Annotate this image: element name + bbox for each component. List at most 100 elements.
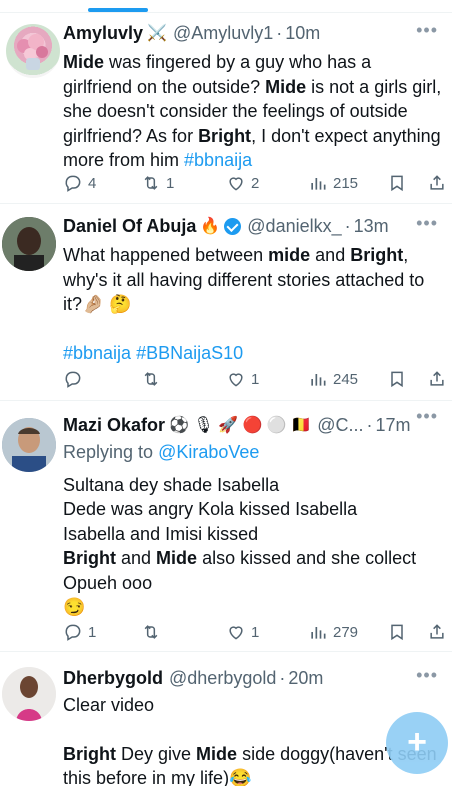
heart-icon bbox=[229, 373, 243, 387]
tweet-header: Amyluvly ⚔️ @Amyluvly1 · 10m bbox=[63, 20, 444, 46]
tweet-header: Dherbygold @dherbygold · 20m bbox=[63, 665, 444, 691]
tweet-header: Daniel Of Abuja 🔥 @danielkx_ · 13m bbox=[63, 213, 444, 239]
display-name[interactable]: Amyluvly bbox=[63, 23, 143, 44]
tweet-header: Mazi Okafor ⚽ 🎙 🚀 🔴 ⚪ 🇧🇪 @C... · 17m bbox=[63, 412, 444, 438]
reply-button[interactable] bbox=[63, 367, 88, 391]
views-chart-icon bbox=[311, 178, 326, 190]
reply-icon bbox=[65, 624, 81, 641]
tweet-card[interactable]: Dherbygold @dherbygold · 20m ••• Clear v… bbox=[0, 653, 452, 786]
share-icon bbox=[430, 371, 444, 386]
share-button[interactable] bbox=[427, 367, 447, 391]
flowers-avatar-icon bbox=[17, 34, 48, 70]
reply-button[interactable]: 4 bbox=[63, 171, 96, 195]
like-button[interactable]: 1 bbox=[226, 620, 259, 644]
bold-text: Mide bbox=[156, 548, 198, 568]
text-run: Opueh ooo bbox=[63, 572, 153, 593]
more-options-icon[interactable]: ••• bbox=[416, 406, 438, 427]
text-run: Dede was angry Kola kissed Isabella bbox=[63, 499, 358, 519]
replying-to: Replying to @KiraboVee bbox=[63, 440, 444, 465]
text-line: Bright and Mide also kissed and she coll… bbox=[63, 546, 444, 571]
handle[interactable]: @Amyluvly1 bbox=[173, 23, 273, 44]
tweet-card[interactable]: Amyluvly ⚔️ @Amyluvly1 · 10m ••• Mide wa… bbox=[0, 14, 452, 204]
bold-text: Mide bbox=[265, 76, 307, 97]
share-button[interactable] bbox=[427, 620, 447, 644]
retweet-count: 1 bbox=[166, 174, 175, 192]
bold-text: mide bbox=[268, 245, 311, 265]
more-options-icon[interactable]: ••• bbox=[416, 665, 438, 686]
separator-dot: · bbox=[276, 22, 283, 43]
reply-button[interactable]: 1 bbox=[63, 620, 96, 644]
avatar[interactable] bbox=[6, 24, 60, 78]
display-name[interactable]: Mazi Okafor bbox=[63, 415, 165, 436]
bold-text: Mide bbox=[196, 743, 238, 764]
text-run: also kissed and she collect bbox=[197, 548, 417, 568]
tweet-text: Clear video bbox=[63, 693, 444, 718]
views-button[interactable]: 215 bbox=[308, 171, 358, 195]
more-options-icon[interactable]: ••• bbox=[416, 20, 438, 41]
retweet-button[interactable] bbox=[141, 620, 166, 644]
reply-count: 1 bbox=[88, 623, 97, 641]
bookmark-icon bbox=[391, 371, 403, 388]
text-run: What happened between bbox=[63, 245, 269, 265]
text-line: Opueh ooo bbox=[63, 571, 444, 596]
person-avatar-icon bbox=[2, 667, 56, 721]
tweet-text: Mide was fingered by a guy who has a gir… bbox=[63, 50, 444, 173]
handle[interactable]: @dherbygold bbox=[169, 668, 276, 689]
hashtag-link[interactable]: #bbnaija bbox=[63, 343, 131, 363]
avatar[interactable] bbox=[2, 667, 56, 721]
display-name[interactable]: Daniel Of Abuja bbox=[63, 216, 196, 237]
hashtag-link[interactable]: #BBNaijaS10 bbox=[136, 343, 243, 363]
timestamp[interactable]: 10m bbox=[285, 23, 320, 44]
views-button[interactable]: 279 bbox=[308, 620, 358, 644]
more-options-icon[interactable]: ••• bbox=[416, 213, 438, 234]
bold-text: Bright bbox=[350, 245, 404, 265]
text-run: Dey give bbox=[116, 743, 197, 764]
like-button[interactable]: 2 bbox=[226, 171, 259, 195]
bold-text: Mide bbox=[63, 52, 105, 72]
tweet-actions: 1 245 bbox=[63, 367, 446, 391]
replying-to-handle[interactable]: @KiraboVee bbox=[158, 442, 259, 462]
views-button[interactable]: 245 bbox=[308, 367, 358, 391]
timestamp[interactable]: 17m bbox=[375, 415, 410, 436]
name-emoji: ⚔️ bbox=[147, 25, 167, 42]
person-avatar-icon bbox=[2, 217, 56, 271]
bold-text: Bright bbox=[63, 548, 116, 568]
timestamp[interactable]: 13m bbox=[354, 216, 389, 237]
text-run: Sultana dey shade Isabella bbox=[63, 474, 280, 495]
share-button[interactable] bbox=[427, 171, 447, 195]
retweet-button[interactable] bbox=[141, 367, 166, 391]
timestamp[interactable]: 20m bbox=[288, 668, 323, 689]
separator-dot: · bbox=[344, 215, 351, 236]
name-emoji: ⚽ 🎙 🚀 🔴 ⚪ 🇧🇪 bbox=[169, 417, 312, 434]
hashtag-link[interactable]: #bbnaija bbox=[184, 150, 252, 170]
text-line: Dede was angry Kola kissed Isabella bbox=[63, 497, 444, 522]
share-icon bbox=[430, 175, 444, 190]
display-name[interactable]: Dherbygold bbox=[63, 668, 163, 689]
text-line: 😏 bbox=[63, 595, 444, 620]
compose-button[interactable]: + bbox=[386, 712, 448, 774]
text-run: Clear video bbox=[63, 695, 155, 715]
like-count: 1 bbox=[251, 623, 260, 641]
tweet-card[interactable]: Mazi Okafor ⚽ 🎙 🚀 🔴 ⚪ 🇧🇪 @C... · 17m •••… bbox=[0, 402, 452, 652]
plus-icon: + bbox=[407, 723, 427, 761]
like-button[interactable]: 1 bbox=[226, 367, 259, 391]
retweet-button[interactable]: 1 bbox=[141, 171, 174, 195]
bookmark-button[interactable] bbox=[387, 367, 407, 391]
separator-dot: · bbox=[366, 414, 373, 435]
avatar[interactable] bbox=[2, 418, 56, 472]
handle[interactable]: @danielkx_ bbox=[247, 216, 341, 237]
handle[interactable]: @C... bbox=[317, 415, 363, 436]
like-count: 2 bbox=[251, 174, 260, 192]
text-line: Sultana dey shade Isabella bbox=[63, 473, 444, 498]
text-line: Isabella and Imisi kissed bbox=[63, 522, 444, 547]
retweet-icon bbox=[144, 176, 158, 190]
bookmark-button[interactable] bbox=[387, 620, 407, 644]
bold-text: Bright bbox=[198, 125, 252, 146]
tweet-card[interactable]: Daniel Of Abuja 🔥 @danielkx_ · 13m ••• W… bbox=[0, 205, 452, 401]
avatar[interactable] bbox=[2, 217, 56, 271]
name-emoji: 🔥 bbox=[200, 218, 221, 235]
bookmark-button[interactable] bbox=[387, 171, 407, 195]
bookmark-icon bbox=[391, 175, 403, 192]
text-run: 😏 bbox=[63, 597, 86, 617]
reply-count: 4 bbox=[88, 174, 97, 192]
